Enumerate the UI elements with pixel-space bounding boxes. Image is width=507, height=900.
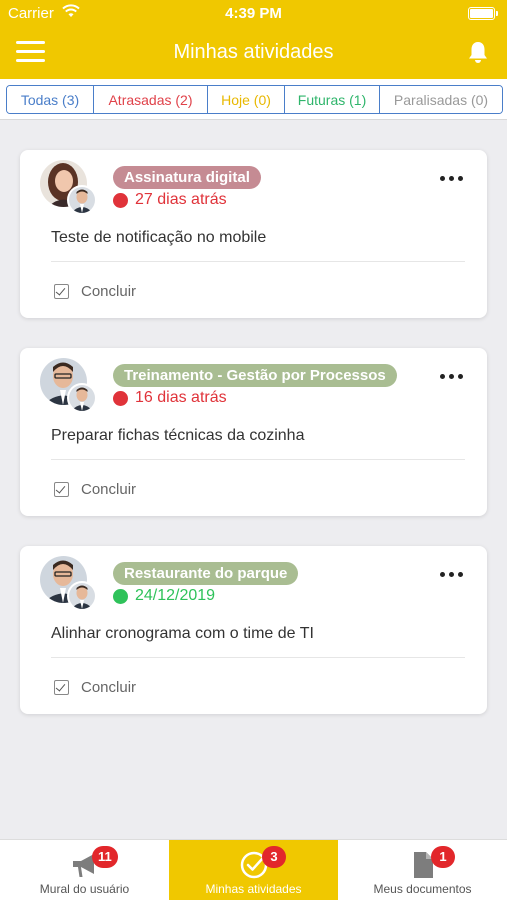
due-date: 27 dias atrás bbox=[113, 191, 227, 209]
tab-label: Meus documentos bbox=[373, 882, 472, 896]
activity-card[interactable]: Treinamento - Gestão por Processos 16 di… bbox=[20, 348, 487, 516]
conclude-button[interactable]: Concluir bbox=[54, 481, 136, 498]
avatar-secondary bbox=[67, 581, 97, 611]
tab-meus-documentos[interactable]: 1 Meus documentos bbox=[338, 840, 507, 900]
notification-badge: 1 bbox=[431, 846, 455, 868]
filter-paralisadas[interactable]: Paralisadas (0) bbox=[380, 86, 502, 113]
category-tag: Assinatura digital bbox=[113, 166, 261, 189]
filter-futuras[interactable]: Futuras (1) bbox=[285, 86, 380, 113]
activity-description: Preparar fichas técnicas da cozinha bbox=[51, 427, 305, 444]
filter-label: Todas (3) bbox=[20, 91, 80, 108]
page-title: Minhas atividades bbox=[173, 41, 334, 63]
status-dot bbox=[113, 588, 128, 604]
activity-description: Teste de notificação no mobile bbox=[51, 229, 267, 246]
conclude-button[interactable]: Concluir bbox=[54, 283, 136, 300]
category-tag: Treinamento - Gestão por Processos bbox=[113, 364, 397, 387]
tab-minhas-atividades[interactable]: 3 Minhas atividades bbox=[169, 840, 338, 900]
status-dot bbox=[113, 192, 128, 208]
clock: 4:39 PM bbox=[225, 5, 282, 22]
app-header: Carrier 4:39 PM Minhas atividades bbox=[0, 0, 507, 79]
checkbox-icon bbox=[54, 284, 69, 299]
tab-label: Minhas atividades bbox=[205, 882, 302, 896]
status-bar: Carrier 4:39 PM bbox=[0, 0, 507, 26]
bell-icon[interactable] bbox=[467, 40, 489, 64]
filter-label: Hoje (0) bbox=[221, 91, 271, 108]
activity-description: Alinhar cronograma com o time de TI bbox=[51, 625, 314, 642]
divider bbox=[51, 261, 465, 262]
due-date-label: 16 dias atrás bbox=[135, 389, 227, 406]
filter-label: Atrasadas (2) bbox=[108, 91, 193, 108]
conclude-button[interactable]: Concluir bbox=[54, 679, 136, 696]
filter-label: Paralisadas (0) bbox=[393, 91, 489, 108]
more-options-icon[interactable] bbox=[440, 572, 463, 577]
more-options-icon[interactable] bbox=[440, 374, 463, 379]
avatar-secondary bbox=[67, 185, 97, 215]
due-date: 16 dias atrás bbox=[113, 389, 227, 407]
due-date-label: 27 dias atrás bbox=[135, 191, 227, 208]
filter-segments: Todas (3) Atrasadas (2) Hoje (0) Futuras… bbox=[6, 85, 503, 114]
divider bbox=[51, 657, 465, 658]
avatar-secondary bbox=[67, 383, 97, 413]
conclude-label: Concluir bbox=[81, 481, 137, 498]
filter-atrasadas[interactable]: Atrasadas (2) bbox=[94, 86, 208, 113]
filter-label: Futuras (1) bbox=[297, 91, 367, 108]
due-date-label: 24/12/2019 bbox=[135, 587, 216, 604]
conclude-label: Concluir bbox=[81, 283, 137, 300]
filter-todas[interactable]: Todas (3) bbox=[7, 86, 94, 113]
checkbox-icon bbox=[54, 482, 69, 497]
divider bbox=[51, 459, 465, 460]
more-options-icon[interactable] bbox=[440, 176, 463, 181]
status-dot bbox=[113, 390, 128, 406]
bottom-tab-bar: 11 Mural do usuário 3 Minhas atividades … bbox=[0, 839, 507, 900]
notification-badge: 3 bbox=[262, 846, 286, 868]
conclude-label: Concluir bbox=[81, 679, 137, 696]
due-date: 24/12/2019 bbox=[113, 587, 215, 605]
activity-card[interactable]: Assinatura digital 27 dias atrás Teste d… bbox=[20, 150, 487, 318]
filter-bar: Todas (3) Atrasadas (2) Hoje (0) Futuras… bbox=[0, 79, 507, 120]
battery-icon bbox=[468, 7, 498, 20]
tab-mural[interactable]: 11 Mural do usuário bbox=[0, 840, 169, 900]
checkbox-icon bbox=[54, 680, 69, 695]
filter-hoje[interactable]: Hoje (0) bbox=[208, 86, 285, 113]
notification-badge: 11 bbox=[92, 846, 118, 868]
activity-card[interactable]: Restaurante do parque 24/12/2019 Alinhar… bbox=[20, 546, 487, 714]
category-tag: Restaurante do parque bbox=[113, 562, 299, 585]
tab-label: Mural do usuário bbox=[39, 882, 130, 896]
